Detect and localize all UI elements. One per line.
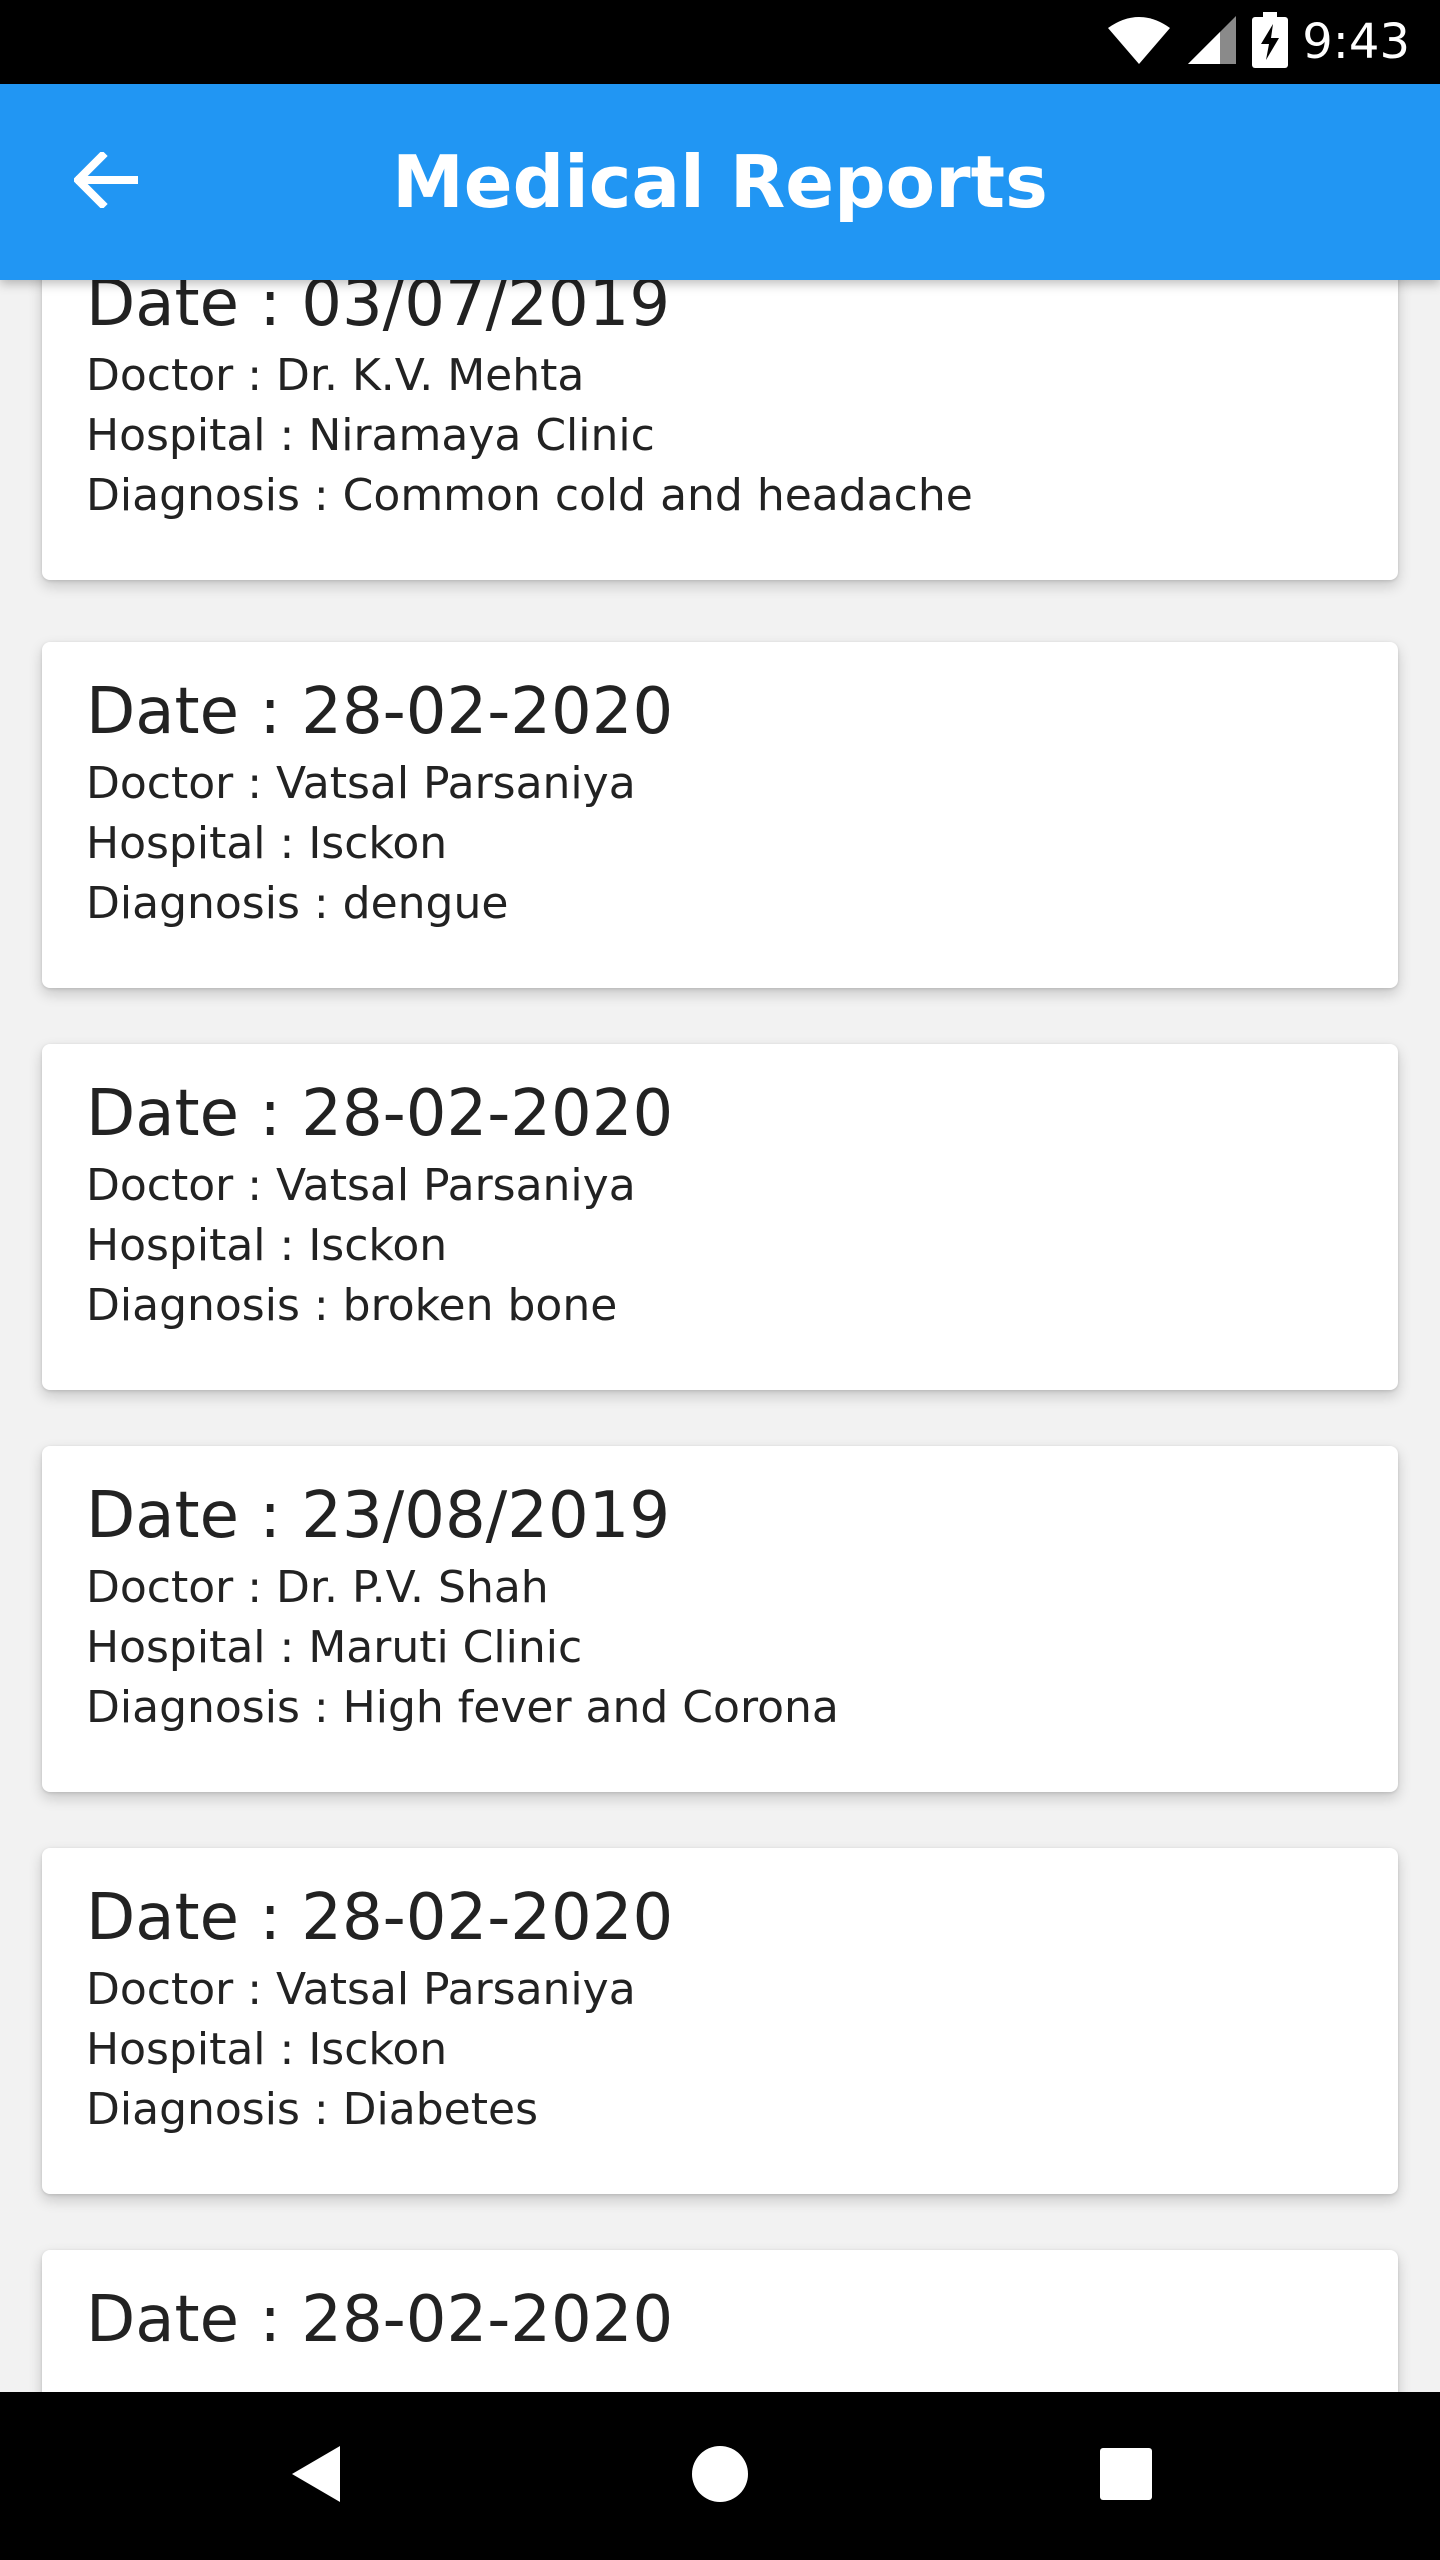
report-date: Date : 28-02-2020 (86, 675, 674, 749)
report-list-scroll[interactable]: Date : 03/07/2019 Doctor : Dr. K.V. Meht… (0, 280, 1440, 2392)
status-time: 9:43 (1302, 14, 1410, 70)
report-date: Date : 23/08/2019 (86, 1479, 671, 1553)
report-hospital: Hospital : Maruti Clinic (86, 1622, 583, 1673)
battery-charging-icon (1252, 12, 1289, 72)
app-bar: Medical Reports (0, 84, 1440, 280)
report-diagnosis: Diagnosis : dengue (86, 878, 509, 929)
recents-square-icon (1099, 2447, 1153, 2505)
nav-recents-button[interactable] (1046, 2392, 1206, 2560)
report-card[interactable]: Date : 03/07/2019 Doctor : Dr. K.V. Meht… (42, 280, 1398, 580)
report-date: Date : 03/07/2019 (86, 280, 671, 341)
back-button[interactable] (52, 128, 160, 236)
signal-icon (1186, 14, 1238, 70)
report-diagnosis: Diagnosis : High fever and Corona (86, 1682, 839, 1733)
report-diagnosis: Diagnosis : Common cold and headache (86, 470, 973, 521)
report-date: Date : 28-02-2020 (86, 1077, 674, 1151)
report-doctor: Doctor : Vatsal Parsaniya (86, 1160, 636, 1211)
report-hospital: Hospital : Isckon (86, 818, 448, 869)
report-diagnosis: Diagnosis : Diabetes (86, 2084, 538, 2135)
report-date: Date : 28-02-2020 (86, 1881, 674, 1955)
report-hospital: Hospital : Isckon (86, 1220, 448, 1271)
navigation-bar (0, 2392, 1440, 2560)
report-doctor: Doctor : Dr. P.V. Shah (86, 1562, 549, 1613)
home-circle-icon (690, 2444, 750, 2508)
report-card[interactable]: Date : 28-02-2020 (42, 2250, 1398, 2392)
back-triangle-icon (288, 2442, 344, 2510)
report-doctor: Doctor : Dr. K.V. Mehta (86, 350, 585, 401)
report-doctor: Doctor : Vatsal Parsaniya (86, 758, 636, 809)
report-hospital: Hospital : Isckon (86, 2024, 448, 2075)
report-card[interactable]: Date : 28-02-2020 Doctor : Vatsal Parsan… (42, 1848, 1398, 2194)
nav-home-button[interactable] (640, 2392, 800, 2560)
arrow-left-icon (72, 150, 138, 212)
report-doctor: Doctor : Vatsal Parsaniya (86, 1964, 636, 2015)
status-icons: 9:43 (1106, 0, 1410, 84)
wifi-icon (1106, 14, 1172, 70)
status-bar: 9:43 (0, 0, 1440, 84)
report-card[interactable]: Date : 28-02-2020 Doctor : Vatsal Parsan… (42, 1044, 1398, 1390)
page-title: Medical Reports (392, 140, 1048, 224)
report-hospital: Hospital : Niramaya Clinic (86, 410, 655, 461)
report-card[interactable]: Date : 28-02-2020 Doctor : Vatsal Parsan… (42, 642, 1398, 988)
report-card[interactable]: Date : 23/08/2019 Doctor : Dr. P.V. Shah… (42, 1446, 1398, 1792)
report-date: Date : 28-02-2020 (86, 2283, 674, 2357)
report-diagnosis: Diagnosis : broken bone (86, 1280, 618, 1331)
medical-reports-screen: 9:43 Medical Reports Date : 03/07/2019 D… (0, 0, 1440, 2560)
nav-back-button[interactable] (236, 2392, 396, 2560)
